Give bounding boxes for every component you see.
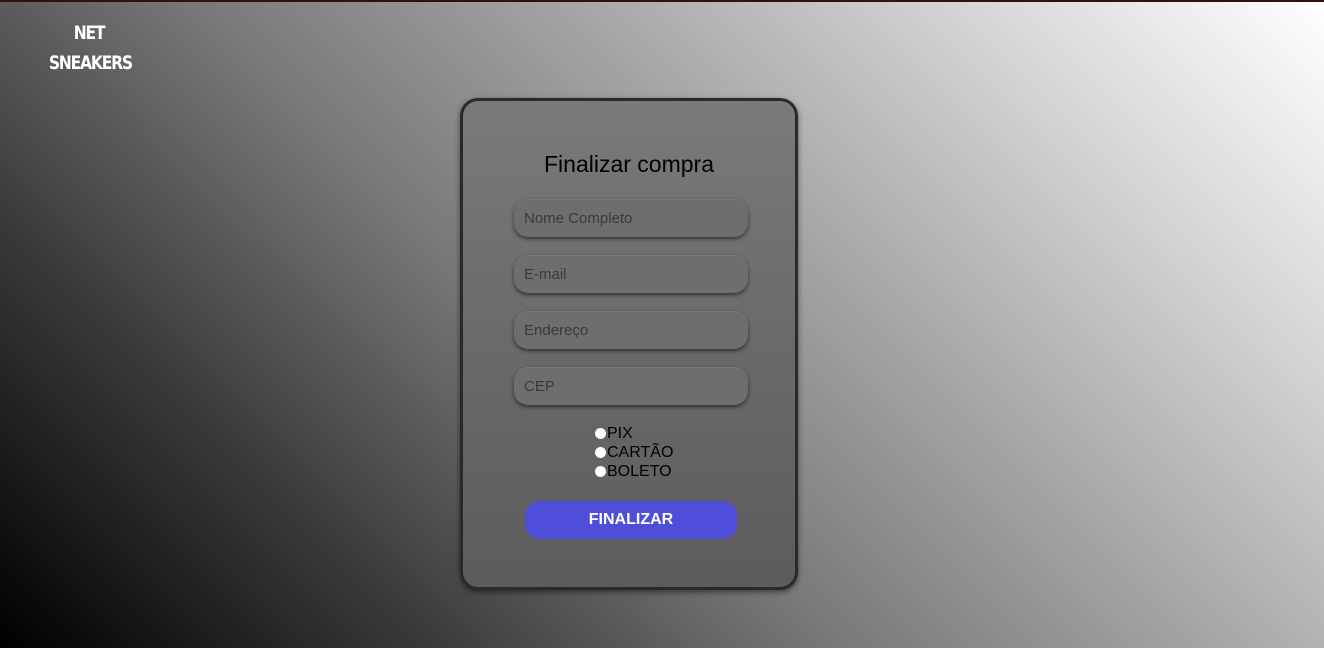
email-field-wrapper [514,255,748,293]
address-input[interactable] [514,311,748,349]
address-field-wrapper [514,311,748,349]
logo-line-2: SNEAKERS [48,52,133,74]
radio-button-boleto[interactable] [595,466,606,477]
full-name-input[interactable] [514,199,748,237]
top-border [0,0,1324,2]
payment-option-pix[interactable]: PIX [595,424,673,443]
radio-button-cartao[interactable] [595,447,606,458]
payment-label-pix: PIX [607,424,633,442]
checkout-card: Finalizar compra PIX CARTÃO BOLETO FINAL… [460,98,798,590]
payment-option-cartao[interactable]: CARTÃO [595,443,673,462]
payment-label-cartao: CARTÃO [607,443,674,461]
logo-line-1: NET [73,22,106,44]
form-title: Finalizar compra [544,151,714,177]
payment-option-boleto[interactable]: BOLETO [595,462,673,481]
email-input[interactable] [514,255,748,293]
cep-field-wrapper [514,367,748,405]
finalizar-button[interactable]: FINALIZAR [525,501,737,539]
payment-options: PIX CARTÃO BOLETO [595,424,673,481]
logo[interactable]: NET SNEAKERS [48,18,133,78]
name-field-wrapper [514,199,748,237]
cep-input[interactable] [514,367,748,405]
radio-button-pix[interactable] [595,428,606,439]
payment-label-boleto: BOLETO [607,462,672,480]
